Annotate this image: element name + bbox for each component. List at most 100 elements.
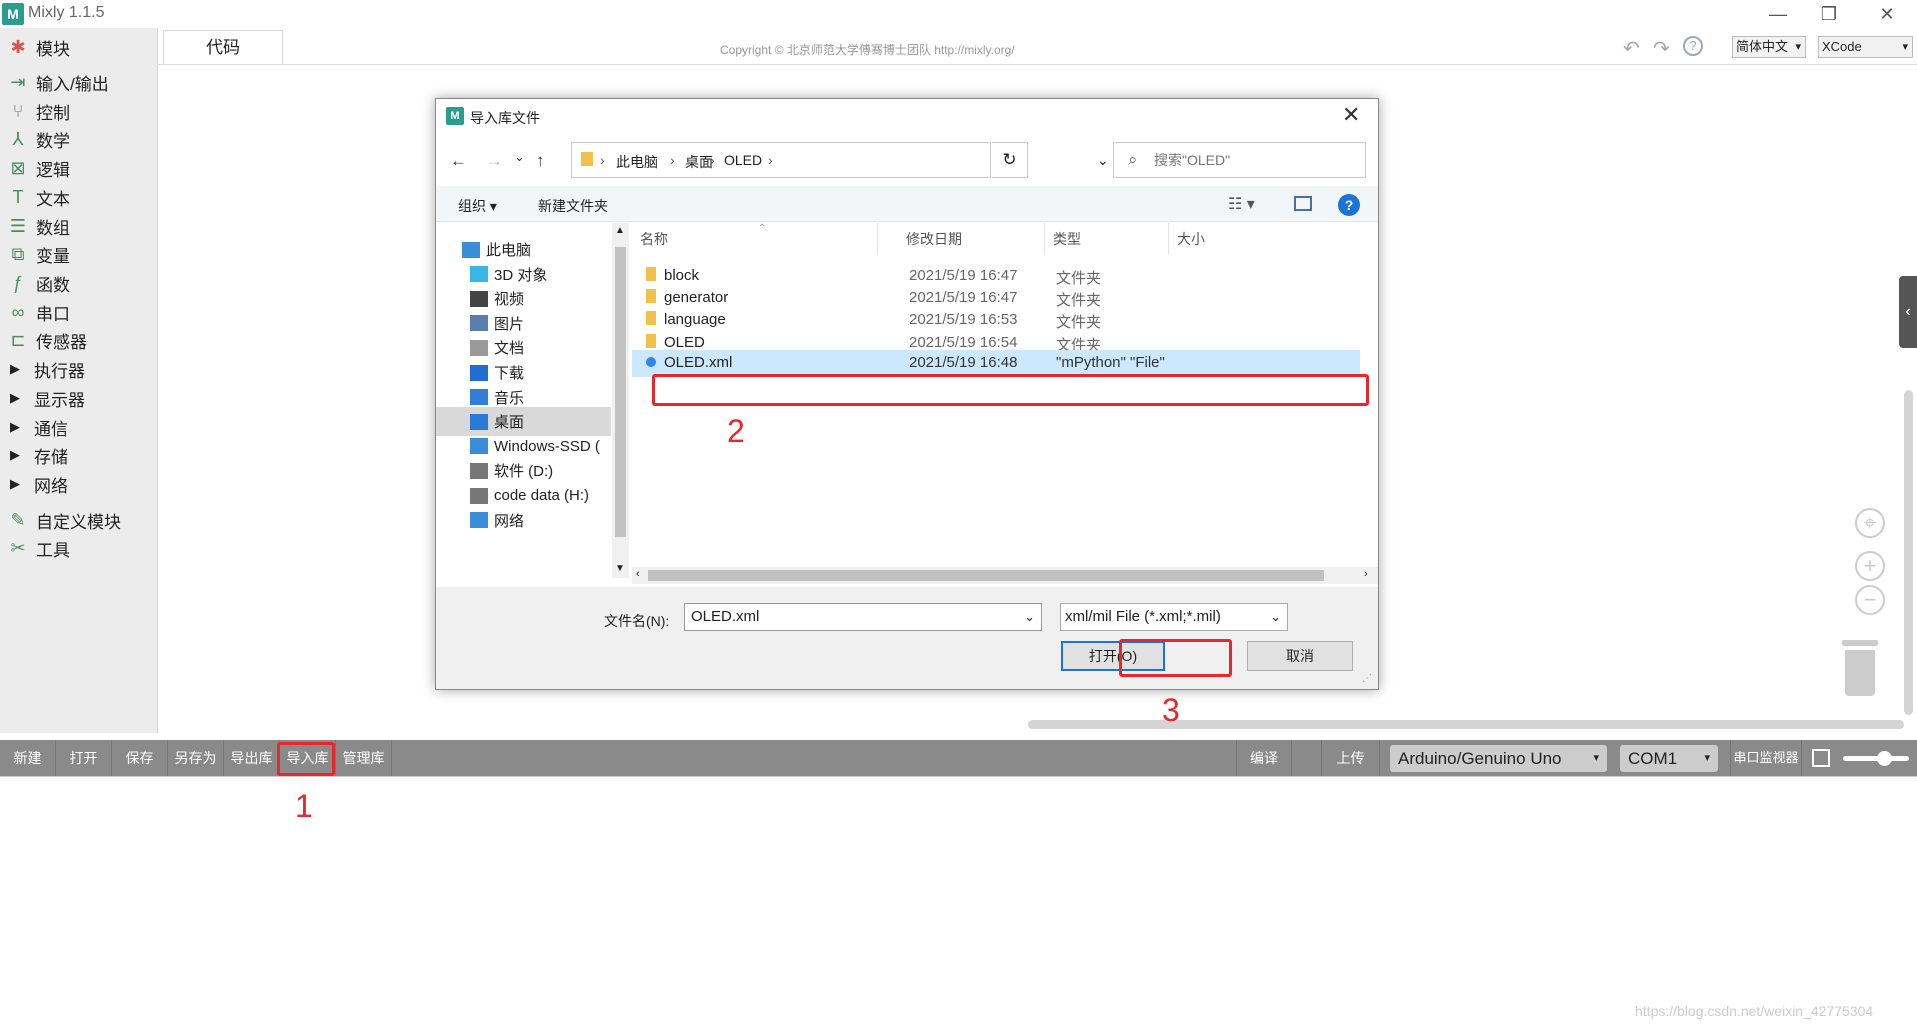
open-button[interactable]: 打开 — [56, 740, 112, 776]
sidebar-item-6[interactable]: ☰ 数组 — [0, 211, 156, 241]
filename-input[interactable]: OLED.xml ⌄ — [684, 603, 1042, 631]
manage-library-button[interactable]: 管理库 — [336, 740, 392, 776]
save-button[interactable]: 保存 — [112, 740, 168, 776]
sidebar-item-1[interactable]: ⇥ 输入/输出 — [0, 67, 156, 97]
annotation-step-1: 1 — [295, 788, 313, 824]
help-icon[interactable]: ? — [1683, 36, 1703, 56]
chip-icon[interactable] — [1812, 749, 1830, 767]
sidebar-item-16[interactable]: ✎ 自定义模块 — [0, 505, 156, 535]
copyright-text: Copyright © 北京师范大学傅骞博士团队 http://mixly.or… — [720, 43, 1015, 57]
new-button[interactable]: 新建 — [0, 740, 56, 776]
sidebar-item-4[interactable]: ⊠ 逻辑 — [0, 153, 156, 183]
toolbar-spacer — [1292, 740, 1322, 776]
annotation-step-3: 3 — [1162, 692, 1180, 728]
refresh-button[interactable]: ↻ — [992, 142, 1028, 178]
address-bar[interactable]: › 此电脑 › 桌面 › OLED › ⌄ — [571, 142, 1109, 178]
chevron-down-icon[interactable]: ⌄ — [1024, 604, 1035, 630]
board-value: Arduino/Genuino Uno — [1398, 749, 1562, 768]
sidebar-item-2[interactable]: ⑂ 控制 — [0, 96, 156, 126]
board-select[interactable]: Arduino/Genuino Uno ▾ — [1390, 745, 1607, 772]
scroll-down-icon[interactable]: ▼ — [615, 563, 625, 574]
column-name-header[interactable]: 名称 ⌃ — [632, 223, 878, 255]
preview-pane-icon[interactable] — [1294, 196, 1312, 211]
tab-code[interactable]: 代码 — [163, 30, 283, 64]
zoom-out-icon[interactable]: − — [1855, 585, 1885, 615]
resize-grip-icon[interactable]: ⋰ — [1362, 673, 1372, 684]
sidebar-item-0[interactable]: ✱ 模块 — [0, 32, 156, 62]
column-type-header[interactable]: 类型 — [1045, 223, 1169, 255]
flyout-toggle-button[interactable]: ‹ — [1899, 276, 1917, 348]
console-output — [0, 776, 1917, 1029]
sidebar-item-17[interactable]: ✂ 工具 — [0, 533, 156, 563]
scroll-left-icon[interactable]: ‹ — [636, 568, 640, 580]
up-folder-button[interactable]: ↑ — [536, 151, 545, 171]
slider-handle[interactable] — [1877, 751, 1892, 766]
workspace-horizontal-scrollbar[interactable] — [1028, 720, 1904, 729]
sidebar-item-15[interactable]: ▶ 网络 — [0, 469, 156, 499]
view-options-icon[interactable]: ☷ ▾ — [1228, 194, 1255, 214]
network-icon — [470, 512, 488, 529]
mixly-logo-icon: M — [446, 107, 464, 125]
undo-icon[interactable]: ↶ — [1623, 36, 1640, 61]
nav-item-label: 音乐 — [494, 389, 525, 407]
chevron-down-icon[interactable]: ⌄ — [1097, 152, 1109, 169]
folder-icon — [646, 267, 656, 281]
breadcrumb-oled[interactable]: OLED — [724, 152, 762, 168]
nav-scrollbar[interactable]: ▲ ▼ — [612, 223, 629, 578]
minimize-button[interactable]: — — [1755, 2, 1801, 26]
center-target-icon[interactable]: ⌖ — [1855, 508, 1885, 538]
sidebar-item-7[interactable]: ⧉ 变量 — [0, 239, 156, 269]
zoom-slider[interactable] — [1843, 751, 1909, 766]
breadcrumb-pc[interactable]: 此电脑 — [616, 152, 658, 172]
compile-button[interactable]: 编译 — [1236, 740, 1292, 776]
sidebar-item-13[interactable]: ▶ 通信 — [0, 412, 156, 442]
organize-menu[interactable]: 组织 ▾ — [458, 196, 497, 216]
annotation-highlight-file — [652, 374, 1369, 406]
redo-icon[interactable]: ↷ — [1653, 36, 1670, 61]
column-modified-header[interactable]: 修改日期 — [898, 223, 1045, 255]
scroll-right-icon[interactable]: › — [1364, 568, 1368, 580]
recent-locations-button[interactable]: ⌄ — [514, 149, 525, 165]
file-name: OLED — [664, 333, 705, 351]
sidebar-item-label: 执行器 — [34, 361, 85, 381]
sidebar-item-11[interactable]: ▶ 执行器 — [0, 354, 156, 384]
sidebar-item-3[interactable]: ⅄ 数学 — [0, 124, 156, 154]
nav-item-11[interactable]: 网络 — [436, 506, 611, 535]
cancel-button[interactable]: 取消 — [1247, 641, 1353, 671]
back-button[interactable]: ← — [450, 151, 467, 171]
workspace-vertical-scrollbar[interactable] — [1904, 390, 1913, 715]
search-input[interactable]: ⌕ 搜索"OLED" — [1113, 142, 1366, 178]
zoom-in-icon[interactable]: + — [1855, 551, 1885, 581]
save-as-button[interactable]: 另存为 — [168, 740, 224, 776]
scroll-up-icon[interactable]: ▲ — [615, 225, 625, 236]
filename-label: 文件名(N): — [604, 613, 670, 629]
sidebar-item-9[interactable]: ∞ 串口 — [0, 297, 156, 327]
trash-icon[interactable] — [1842, 640, 1878, 696]
file-list-horizontal-scrollbar[interactable]: ‹ › — [632, 567, 1378, 584]
language-select[interactable]: 简体中文 ▾ — [1732, 36, 1806, 58]
sidebar-item-8[interactable]: ƒ 函数 — [0, 268, 156, 298]
export-library-button[interactable]: 导出库 — [224, 740, 280, 776]
help-button[interactable]: ? — [1338, 194, 1360, 216]
port-select[interactable]: COM1 ▾ — [1620, 745, 1718, 772]
theme-select[interactable]: XCode ▾ — [1818, 36, 1913, 58]
column-size-header[interactable]: 大小 — [1169, 223, 1229, 255]
dialog-close-button[interactable]: ✕ — [1342, 102, 1360, 128]
new-folder-button[interactable]: 新建文件夹 — [538, 196, 608, 216]
upload-button[interactable]: 上传 — [1322, 740, 1380, 776]
forward-button[interactable]: → — [486, 151, 503, 171]
file-type-filter-select[interactable]: xml/mil File (*.xml;*.mil) ⌄ — [1060, 603, 1288, 631]
sidebar-item-14[interactable]: ▶ 存储 — [0, 440, 156, 470]
window-close-button[interactable]: ✕ — [1864, 2, 1910, 26]
breadcrumb-desktop[interactable]: 桌面 — [685, 152, 713, 172]
serial-monitor-button[interactable]: 串口监视器 — [1730, 740, 1802, 776]
file-row[interactable]: OLED.xml 2021/5/19 16:48 "mPython" "File" — [632, 349, 1360, 377]
sidebar-item-label: 通信 — [34, 419, 68, 439]
io-icon: ⇥ — [10, 71, 26, 92]
sidebar-item-12[interactable]: ▶ 显示器 — [0, 383, 156, 413]
sidebar-item-5[interactable]: T 文本 — [0, 182, 156, 212]
sidebar-item-10[interactable]: ⊏ 传感器 — [0, 325, 156, 355]
restore-button[interactable]: ❐ — [1806, 2, 1852, 26]
nav-scroll-thumb[interactable] — [615, 247, 626, 537]
horizontal-scroll-thumb[interactable] — [648, 570, 1324, 581]
